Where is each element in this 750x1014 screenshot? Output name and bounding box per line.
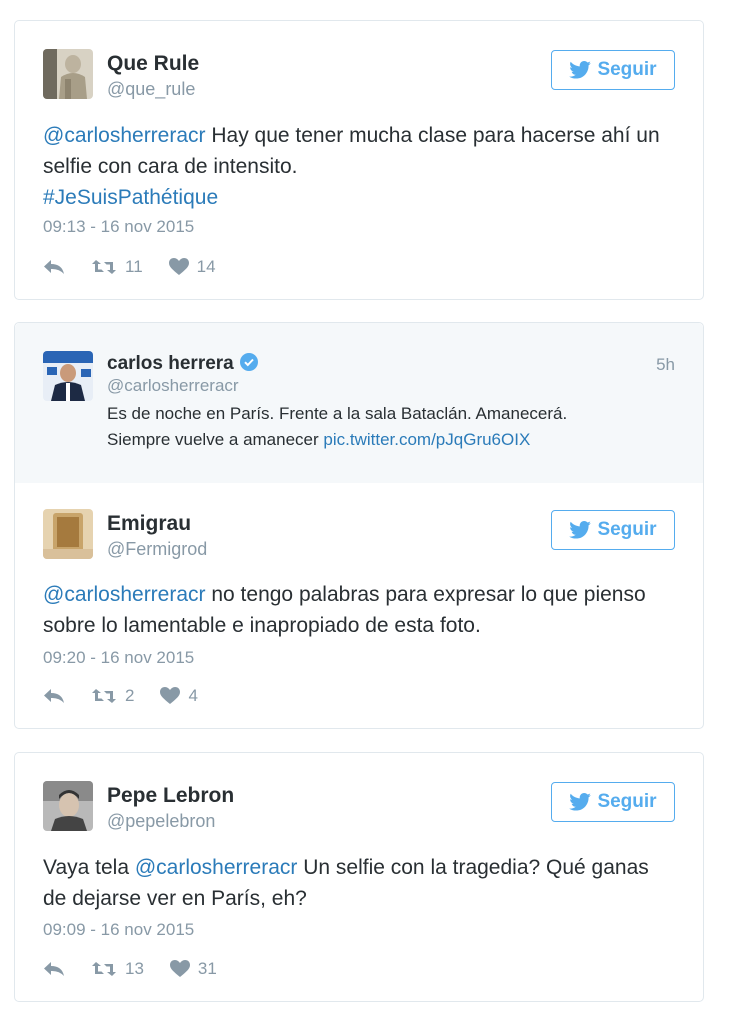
- retweet-count: 13: [125, 959, 144, 978]
- retweet-button[interactable]: 11: [91, 257, 143, 277]
- twitter-bird-icon: [569, 61, 592, 79]
- quoted-user-handle[interactable]: @carlosherreracr: [107, 376, 239, 396]
- reply-button[interactable]: [43, 961, 65, 977]
- follow-label: Seguir: [597, 791, 657, 812]
- tweet-text: @carlosherreracr no tengo palabras para …: [43, 579, 675, 641]
- quoted-time[interactable]: 5h: [656, 355, 675, 375]
- avatar[interactable]: [43, 49, 93, 99]
- quoted-tweet[interactable]: carlos herrera @carlosherreracr 5h Es de…: [15, 323, 703, 483]
- tweet-text: @carlosherreracr Hay que tener mucha cla…: [43, 120, 675, 213]
- timestamp[interactable]: 09:20 - 16 nov 2015: [43, 648, 194, 668]
- like-count: 4: [188, 686, 198, 705]
- heart-icon: [169, 960, 190, 977]
- avatar[interactable]: [43, 509, 93, 559]
- reply-icon: [44, 260, 64, 274]
- like-button[interactable]: 31: [169, 959, 217, 979]
- follow-button[interactable]: Seguir: [551, 782, 675, 822]
- hashtag-link[interactable]: #JeSuisPathétique: [43, 186, 218, 209]
- mention-link[interactable]: @carlosherreracr: [43, 583, 206, 606]
- tweet-card: Pepe Lebron @pepelebron Seguir Vaya tela…: [14, 752, 704, 1002]
- pic-link[interactable]: pic.twitter.com/pJqGru6OIX: [323, 430, 530, 449]
- user-name[interactable]: Emigrau: [107, 512, 191, 536]
- avatar[interactable]: [43, 781, 93, 831]
- retweet-count: 11: [125, 257, 143, 276]
- tweet-actions: 2 4: [43, 686, 224, 706]
- quoted-user-name[interactable]: carlos herrera: [107, 353, 258, 375]
- user-handle[interactable]: @pepelebron: [107, 811, 215, 832]
- reply-icon: [44, 962, 64, 976]
- tweet-actions: 11 14: [43, 257, 242, 277]
- quoted-text: Es de noche en París. Frente a la sala B…: [107, 401, 567, 453]
- avatar[interactable]: [43, 351, 93, 401]
- mention-link[interactable]: @carlosherreracr: [135, 856, 298, 879]
- heart-icon: [168, 258, 189, 275]
- like-count: 31: [197, 959, 217, 978]
- reply-button[interactable]: [43, 259, 65, 275]
- follow-label: Seguir: [597, 519, 657, 540]
- retweet-icon: [92, 689, 116, 703]
- like-count: 14: [196, 257, 216, 276]
- heart-icon: [160, 687, 181, 704]
- tweet-text: Vaya tela @carlosherreracr Un selfie con…: [43, 852, 675, 914]
- follow-button[interactable]: Seguir: [551, 510, 675, 550]
- follow-button[interactable]: Seguir: [551, 50, 675, 90]
- like-button[interactable]: 4: [160, 686, 198, 706]
- user-handle[interactable]: @Fermigrod: [107, 539, 207, 560]
- retweet-icon: [92, 260, 116, 274]
- twitter-bird-icon: [569, 521, 592, 539]
- verified-badge-icon: [239, 353, 258, 371]
- tweet-card: Que Rule @que_rule Seguir @carlosherrera…: [14, 20, 704, 300]
- twitter-bird-icon: [569, 793, 592, 811]
- reply-icon: [44, 689, 64, 703]
- retweet-button[interactable]: 13: [91, 959, 144, 979]
- retweet-icon: [92, 962, 116, 976]
- quoted-text-line: Siempre vuelve a amanecer: [107, 430, 324, 449]
- mention-link[interactable]: @carlosherreracr: [43, 124, 206, 147]
- reply-button[interactable]: [43, 688, 65, 704]
- like-button[interactable]: 14: [168, 257, 216, 277]
- user-name[interactable]: Pepe Lebron: [107, 784, 234, 808]
- timestamp[interactable]: 09:13 - 16 nov 2015: [43, 217, 194, 237]
- timestamp[interactable]: 09:09 - 16 nov 2015: [43, 920, 194, 940]
- tweet-actions: 13 31: [43, 959, 243, 979]
- user-name[interactable]: Que Rule: [107, 52, 199, 76]
- tweet-text-body: Vaya tela: [43, 856, 135, 879]
- user-handle[interactable]: @que_rule: [107, 79, 195, 100]
- follow-label: Seguir: [597, 59, 657, 80]
- retweet-count: 2: [125, 686, 135, 705]
- quoted-text-line: Es de noche en París. Frente a la sala B…: [107, 404, 568, 423]
- tweet-card: carlos herrera @carlosherreracr 5h Es de…: [14, 322, 704, 729]
- retweet-button[interactable]: 2: [91, 686, 134, 706]
